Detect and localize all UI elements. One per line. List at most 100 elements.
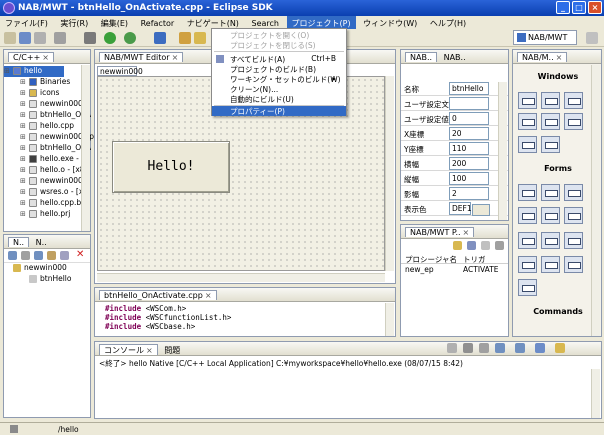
palette-radio-icon[interactable] bbox=[541, 207, 560, 224]
tree-item[interactable]: ⊞ hello.o - [x86 bbox=[4, 165, 90, 176]
close-button[interactable]: × bbox=[588, 1, 602, 14]
tree-item[interactable]: ⊞ newwin000.cp bbox=[4, 132, 94, 143]
expand-toggle-icon[interactable]: ⊞ bbox=[20, 100, 26, 108]
edit-procedure-icon[interactable] bbox=[467, 241, 476, 250]
menu-item-build-automatically[interactable]: 自動的にビルド(U) bbox=[212, 94, 346, 104]
table-row[interactable]: new_ep ACTIVATE bbox=[401, 264, 508, 275]
pin-console-icon[interactable] bbox=[515, 343, 525, 353]
tree-item[interactable]: ⊞ btnHello_OnA bbox=[4, 143, 91, 154]
tree-item[interactable]: ⊞ newwin000 bbox=[4, 99, 90, 110]
tree-item[interactable]: ⊞ newwin000.o bbox=[4, 176, 90, 187]
perspective-switcher[interactable]: NAB/MWT bbox=[513, 30, 577, 45]
tree-item[interactable]: ⊞ hello.cpp bbox=[4, 121, 90, 132]
open-perspective-icon[interactable] bbox=[586, 32, 598, 44]
property-value-field[interactable]: 200 bbox=[449, 157, 489, 170]
palette-dialog-icon[interactable] bbox=[541, 92, 560, 109]
palette-tree-icon[interactable] bbox=[564, 232, 583, 249]
menu-item-properties[interactable]: プロパティー(P) bbox=[212, 106, 346, 116]
menu-edit[interactable]: 編集(E) bbox=[96, 16, 133, 29]
close-tab-icon[interactable]: × bbox=[463, 228, 470, 237]
color-picker-button[interactable] bbox=[472, 204, 490, 216]
link-icon[interactable] bbox=[21, 251, 30, 260]
property-value-field[interactable]: btnHello bbox=[449, 82, 489, 95]
menu-item-build-working-set[interactable]: ワーキング・セットのビルド(W) ▸ bbox=[212, 74, 346, 84]
tab-console[interactable]: コンソール × bbox=[99, 344, 158, 355]
add-procedure-icon[interactable] bbox=[453, 241, 462, 250]
property-value-field[interactable]: 20 bbox=[449, 127, 489, 140]
inner-tab-newwin000[interactable]: newwin000 bbox=[97, 66, 143, 76]
expand-toggle-icon[interactable]: ⊞ bbox=[20, 122, 26, 130]
list-item[interactable]: newwin000 bbox=[4, 263, 90, 274]
menu-item-build-all[interactable]: すべてビルド(A) Ctrl+B bbox=[212, 54, 346, 64]
menu-help[interactable]: ヘルプ(H) bbox=[425, 16, 471, 29]
terminate-icon[interactable] bbox=[447, 343, 457, 353]
palette-table-icon[interactable] bbox=[541, 232, 560, 249]
save-icon[interactable] bbox=[19, 32, 31, 44]
tree-item[interactable]: ⊞ btnHello_OnA bbox=[4, 110, 91, 121]
tab-problems[interactable]: 問題 bbox=[160, 345, 184, 355]
tab-procedure[interactable]: NAB/MWT P.. × bbox=[405, 227, 475, 237]
clear-console-icon[interactable] bbox=[479, 343, 489, 353]
display-console-icon[interactable] bbox=[535, 343, 545, 353]
expand-toggle-icon[interactable]: ⊞ bbox=[20, 188, 26, 196]
property-value-field[interactable]: 110 bbox=[449, 142, 489, 155]
tab-nabmwt-editor[interactable]: NAB/MWT Editor × bbox=[99, 52, 184, 62]
paste-icon[interactable] bbox=[60, 251, 69, 260]
palette-scroll-icon[interactable] bbox=[518, 256, 537, 273]
external-tools-icon[interactable] bbox=[124, 32, 136, 44]
new-icon[interactable] bbox=[4, 32, 16, 44]
palette-section-commands[interactable]: Commands bbox=[513, 307, 603, 316]
tree-item[interactable]: ⊞ hello.prj bbox=[4, 209, 90, 220]
open-console-icon[interactable] bbox=[555, 343, 565, 353]
property-value-field[interactable]: DEF14 bbox=[449, 202, 476, 215]
close-tab-icon[interactable]: × bbox=[172, 53, 179, 62]
palette-button-icon[interactable] bbox=[518, 184, 537, 201]
expand-toggle-icon[interactable]: ⊞ bbox=[20, 210, 26, 218]
fast-view-icon[interactable] bbox=[10, 425, 18, 433]
expand-toggle-icon[interactable]: ⊞ bbox=[20, 133, 26, 141]
property-value-field[interactable]: 0 bbox=[449, 112, 489, 125]
scroll-lock-icon[interactable] bbox=[495, 343, 505, 353]
code-text-area[interactable]: #include <WSCom.h> #include <WSCfunction… bbox=[95, 302, 395, 331]
tab-palette[interactable]: NAB/M.. × bbox=[517, 52, 568, 62]
palette-window-icon[interactable] bbox=[518, 92, 537, 109]
palette-checkbox-icon[interactable] bbox=[518, 207, 537, 224]
editor-scrollbar-h[interactable] bbox=[97, 273, 385, 282]
palette-menu-icon[interactable] bbox=[541, 113, 560, 130]
properties-scrollbar[interactable] bbox=[498, 82, 507, 220]
expand-toggle-icon[interactable]: ⊞ bbox=[20, 166, 26, 174]
property-value-field[interactable] bbox=[449, 97, 489, 110]
expand-toggle-icon[interactable]: ⊞ bbox=[20, 111, 26, 119]
tree-item[interactable]: ⊞ hello.cpp.bak bbox=[4, 198, 90, 209]
palette-popup-icon[interactable] bbox=[518, 113, 537, 130]
save-icon[interactable] bbox=[34, 251, 43, 260]
menu-window[interactable]: ウィンドウ(W) bbox=[358, 16, 422, 29]
minimize-button[interactable]: _ bbox=[556, 1, 570, 14]
tree-item[interactable]: ⊞ hello bbox=[4, 66, 64, 77]
menu-item-clean[interactable]: クリーン(N)... bbox=[212, 84, 346, 94]
expand-toggle-icon[interactable]: ⊞ bbox=[20, 78, 26, 86]
palette-message-icon[interactable] bbox=[541, 136, 560, 153]
maximize-button[interactable]: □ bbox=[572, 1, 586, 14]
palette-form-icon[interactable] bbox=[564, 113, 583, 130]
tab-code-file[interactable]: btnHello_OnActivate.cpp × bbox=[99, 290, 217, 300]
open-folder-icon[interactable] bbox=[179, 32, 191, 44]
tree-item[interactable]: ⊞ wsres.o - [x8 bbox=[4, 187, 90, 198]
palette-list-icon[interactable] bbox=[518, 232, 537, 249]
close-tab-icon[interactable]: × bbox=[205, 291, 212, 300]
palette-image-icon[interactable] bbox=[564, 256, 583, 273]
hello-button-widget[interactable]: Hello! bbox=[112, 141, 230, 193]
palette-panel-icon[interactable] bbox=[564, 92, 583, 109]
tree-item[interactable]: ⊞ hello.exe - [x bbox=[4, 154, 90, 165]
expand-toggle-icon[interactable]: ⊞ bbox=[20, 177, 26, 185]
pencil-icon[interactable] bbox=[194, 32, 206, 44]
debug-gear-icon[interactable] bbox=[84, 32, 96, 44]
menu-item-close-project[interactable]: プロジェクトを閉じる(S) bbox=[212, 40, 346, 50]
tab-cpp[interactable]: C/C++ × bbox=[8, 52, 54, 62]
palette-slider-icon[interactable] bbox=[541, 256, 560, 273]
expand-toggle-icon[interactable]: ⊞ bbox=[20, 144, 26, 152]
palette-file-dialog-icon[interactable] bbox=[518, 136, 537, 153]
property-value-field[interactable]: 100 bbox=[449, 172, 489, 185]
cpp-tree-scrollbar[interactable] bbox=[81, 65, 90, 231]
editor-scrollbar-v[interactable] bbox=[385, 76, 394, 271]
